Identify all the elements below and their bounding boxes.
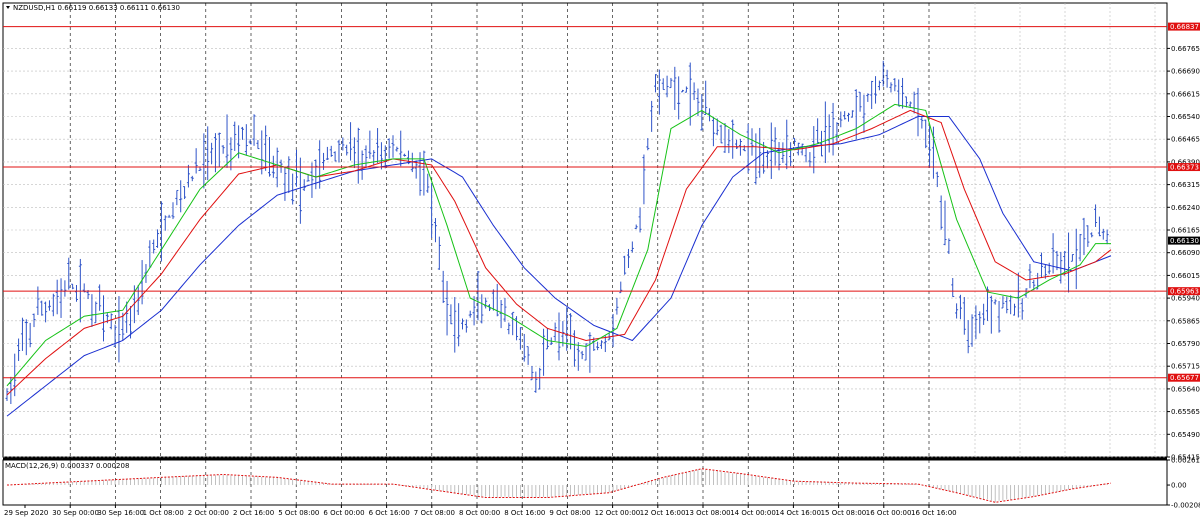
x-tick-label: 13 Oct 08:00 — [685, 509, 731, 517]
price-level-label: 0.65963 — [1170, 288, 1199, 296]
x-tick-label: 16 Oct 00:00 — [866, 509, 912, 517]
x-tick-label: 14 Oct 00:00 — [730, 509, 776, 517]
symbol-header: NZDUSD,H1 0.66119 0.66133 0.66111 0.6613… — [13, 4, 180, 12]
y-tick-label: 0.65565 — [1171, 408, 1200, 416]
x-tick-label: 2 Oct 00:00 — [188, 509, 229, 517]
x-tick-label: 14 Oct 16:00 — [775, 509, 821, 517]
current-price-label: 0.66130 — [1170, 237, 1199, 245]
y-tick-label: 0.66465 — [1171, 136, 1200, 144]
x-tick-label: 30 Sep 16:00 — [97, 509, 144, 517]
trading-chart: 0.66765 0.66690 0.66615 0.66540 0.66465 0.663… — [0, 0, 1200, 523]
x-tick-label: 16 Oct 16:00 — [911, 509, 957, 517]
y-tick-label: 0.65940 — [1171, 295, 1200, 303]
y-tick-label: 0.66090 — [1171, 249, 1200, 257]
y-tick-label: 0.66765 — [1171, 45, 1200, 53]
x-tick-label: 5 Oct 08:00 — [278, 509, 319, 517]
x-tick-label: 6 Oct 00:00 — [323, 509, 364, 517]
y-tick-label: 0.65790 — [1171, 340, 1200, 348]
price-level-label: 0.65677 — [1170, 374, 1199, 382]
x-tick-label: 12 Oct 00:00 — [595, 509, 641, 517]
x-tick-label: 30 Sep 00:00 — [52, 509, 99, 517]
price-level-label: 0.66373 — [1170, 164, 1199, 172]
y-tick-label: 0.65490 — [1171, 431, 1200, 439]
x-tick-label: 6 Oct 16:00 — [369, 509, 410, 517]
y-tick-label: 0.65715 — [1171, 363, 1200, 371]
x-tick-label: 15 Oct 08:00 — [821, 509, 867, 517]
y-tick-label: 0.66615 — [1171, 90, 1200, 98]
macd-plot-frame — [2, 459, 1168, 506]
y-tick-label: 0.65865 — [1171, 317, 1200, 325]
x-tick-label: 12 Oct 16:00 — [640, 509, 686, 517]
macd-label: MACD(12,26,9) 0.000337 0.000208 — [5, 462, 129, 470]
macd-y-tick-label: 0.00261 — [1171, 457, 1200, 465]
y-tick-label: 0.66165 — [1171, 227, 1200, 235]
x-tick-label: 1 Oct 08:00 — [143, 509, 184, 517]
y-tick-label: 0.66540 — [1171, 113, 1200, 121]
y-tick-label: 0.65640 — [1171, 385, 1200, 393]
x-tick-label: 2 Oct 16:00 — [233, 509, 274, 517]
x-tick-label: 9 Oct 08:00 — [549, 509, 590, 517]
price-level-label: 0.66837 — [1170, 23, 1199, 31]
chart-canvas: 0.66765 0.66690 0.66615 0.66540 0.66465 0.663… — [2, 2, 1200, 517]
y-tick-label: 0.66240 — [1171, 204, 1200, 212]
y-tick-label: 0.66315 — [1171, 181, 1200, 189]
x-tick-label: 7 Oct 08:00 — [414, 509, 455, 517]
y-tick-label: 0.66690 — [1171, 68, 1200, 76]
macd-y-tick-label: 0.00 — [1171, 482, 1187, 490]
x-tick-label: 29 Sep 2020 — [4, 509, 48, 517]
x-tick-label: 8 Oct 16:00 — [504, 509, 545, 517]
macd-y-tick-label: -0.00208 — [1171, 502, 1200, 510]
x-tick-label: 8 Oct 00:00 — [459, 509, 500, 517]
y-tick-label: 0.66015 — [1171, 272, 1200, 280]
